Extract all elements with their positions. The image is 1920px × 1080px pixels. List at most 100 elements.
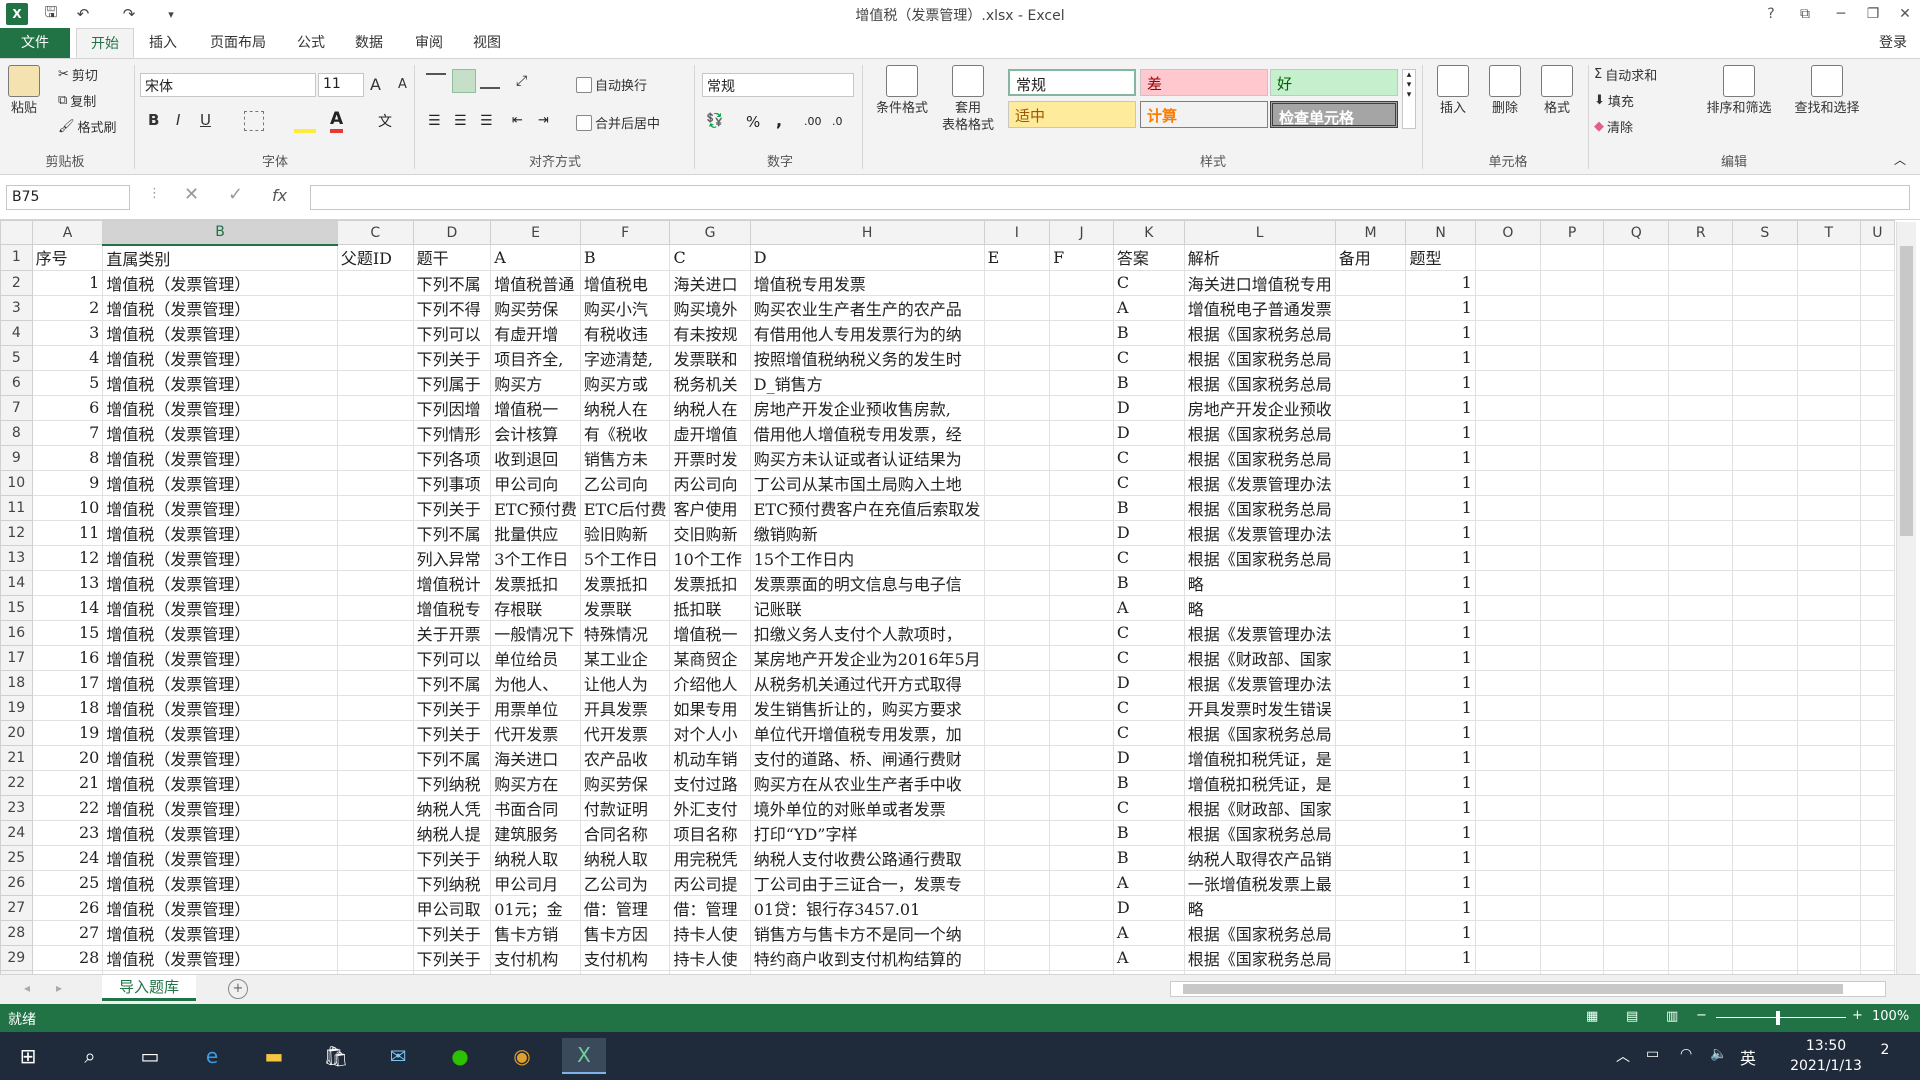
cell-K15[interactable]: A: [1112, 594, 1185, 621]
cell-B9[interactable]: 增值税（发票管理）: [102, 444, 338, 471]
cell-J28[interactable]: [1049, 919, 1114, 946]
cell-K5[interactable]: C: [1112, 344, 1185, 371]
cell-A8[interactable]: 7: [31, 419, 104, 446]
cell-L11[interactable]: 根据《国家税务总局: [1183, 494, 1336, 521]
cell-E11[interactable]: ETC预付费: [490, 494, 581, 521]
cell-P23[interactable]: [1540, 794, 1605, 821]
cell-H9[interactable]: 购买方未认证或者认证结果为: [749, 444, 985, 471]
insert-function-icon[interactable]: fx: [272, 186, 287, 205]
cell-A24[interactable]: 23: [31, 819, 104, 846]
cell-H10[interactable]: 丁公司从某市国土局购入土地: [749, 469, 985, 496]
cell-L17[interactable]: 根据《财政部、国家: [1183, 644, 1336, 671]
cell-C16[interactable]: [336, 619, 414, 646]
cell-B19[interactable]: 增值税（发票管理）: [102, 694, 338, 721]
cell-H15[interactable]: 记账联: [749, 594, 985, 621]
row-header[interactable]: 2: [0, 269, 33, 296]
cell-T12[interactable]: [1796, 519, 1861, 546]
cell-F4[interactable]: 有税收违: [579, 319, 671, 346]
cell-T2[interactable]: [1796, 269, 1861, 296]
cell-P19[interactable]: [1540, 694, 1605, 721]
cell-B25[interactable]: 增值税（发票管理）: [102, 844, 338, 871]
cell-S26[interactable]: [1731, 869, 1798, 896]
row-header[interactable]: 28: [0, 919, 33, 946]
cell-C15[interactable]: [336, 594, 414, 621]
cell-P25[interactable]: [1540, 844, 1605, 871]
cell-Q7[interactable]: [1603, 394, 1670, 421]
cell-S18[interactable]: [1731, 669, 1798, 696]
clock-time[interactable]: 13:50: [1786, 1038, 1866, 1054]
cell-S6[interactable]: [1731, 369, 1798, 396]
cell-O21[interactable]: [1474, 744, 1542, 771]
cell-U3[interactable]: [1859, 294, 1895, 321]
cell-A6[interactable]: 5: [31, 369, 104, 396]
cell-G4[interactable]: 有未按规: [669, 319, 751, 346]
cell-H4[interactable]: 有借用他人专用发票行为的纳: [749, 319, 985, 346]
cell-U4[interactable]: [1859, 319, 1895, 346]
cell-B8[interactable]: 增值税（发票管理）: [102, 419, 338, 446]
cell-H29[interactable]: 特约商户收到支付机构结算的: [749, 944, 985, 971]
cell-E29[interactable]: 支付机构: [490, 944, 581, 971]
cell-I23[interactable]: [983, 794, 1051, 821]
row-header[interactable]: 1: [0, 244, 33, 271]
cell-M24[interactable]: [1334, 819, 1407, 846]
worksheet-grid[interactable]: ABCDEFGHIJKLMNOPQRSTU 1 序号 直属类别 父题ID 题干 A B C D E…: [0, 220, 1895, 974]
cell-M20[interactable]: [1334, 719, 1407, 746]
cell-S5[interactable]: [1731, 344, 1798, 371]
cell-M27[interactable]: [1334, 894, 1407, 921]
fill-color-icon[interactable]: [294, 111, 316, 133]
store-icon[interactable]: 🛍: [314, 1038, 358, 1074]
cell-C10[interactable]: [336, 469, 414, 496]
cell-D16[interactable]: 关于开票: [412, 619, 492, 646]
cell-R1[interactable]: [1668, 244, 1733, 271]
notification-icon[interactable]: 2: [1870, 1042, 1900, 1070]
align-left-icon[interactable]: ☰: [428, 113, 441, 129]
cell-F12[interactable]: 验旧购新: [579, 519, 671, 546]
row-header[interactable]: 27: [0, 894, 33, 921]
cell-R25[interactable]: [1668, 844, 1733, 871]
cell-B14[interactable]: 增值税（发票管理）: [102, 569, 338, 596]
cell-M25[interactable]: [1334, 844, 1407, 871]
cell-H16[interactable]: 扣缴义务人支付个人款项时，: [749, 619, 985, 646]
row-header[interactable]: 18: [0, 669, 33, 696]
cell-Q18[interactable]: [1603, 669, 1670, 696]
cell-A2[interactable]: 1: [31, 269, 104, 296]
cell-N22[interactable]: 1: [1405, 769, 1476, 796]
cell-N24[interactable]: 1: [1405, 819, 1476, 846]
cell-C24[interactable]: [336, 819, 414, 846]
cell-N4[interactable]: 1: [1405, 319, 1476, 346]
cell-J16[interactable]: [1049, 619, 1114, 646]
cell-C11[interactable]: [336, 494, 414, 521]
cell-P22[interactable]: [1540, 769, 1605, 796]
cell-Q9[interactable]: [1603, 444, 1670, 471]
cell-K20[interactable]: C: [1112, 719, 1185, 746]
cell-D22[interactable]: 下列纳税: [412, 769, 492, 796]
cell-T26[interactable]: [1796, 869, 1861, 896]
minimize-icon[interactable]: ─: [1826, 2, 1856, 26]
cell-E22[interactable]: 购买方在: [490, 769, 581, 796]
cell-I20[interactable]: [983, 719, 1051, 746]
cell-H27[interactable]: 01贷：银行存3457.01: [749, 894, 985, 921]
cell-J5[interactable]: [1049, 344, 1114, 371]
cell-J4[interactable]: [1049, 319, 1114, 346]
cell-F17[interactable]: 某工业企: [579, 644, 671, 671]
cell-P6[interactable]: [1540, 369, 1605, 396]
cell-F9[interactable]: 销售方未: [579, 444, 671, 471]
cell-K27[interactable]: D: [1112, 894, 1185, 921]
cell-N26[interactable]: 1: [1405, 869, 1476, 896]
cell-N21[interactable]: 1: [1405, 744, 1476, 771]
cell-M18[interactable]: [1334, 669, 1407, 696]
cell-H18[interactable]: 从税务机关通过代开方式取得: [749, 669, 985, 696]
column-header-I[interactable]: I: [983, 220, 1051, 245]
cell-J27[interactable]: [1049, 894, 1114, 921]
cell-T7[interactable]: [1796, 394, 1861, 421]
cell-L19[interactable]: 开具发票时发生错误: [1183, 694, 1336, 721]
cell-O2[interactable]: [1474, 269, 1542, 296]
cell-E13[interactable]: 3个工作日: [490, 544, 581, 571]
cell-H28[interactable]: 销售方与售卡方不是同一个纳: [749, 919, 985, 946]
cell-A28[interactable]: 27: [31, 919, 104, 946]
cell-E9[interactable]: 收到退回: [490, 444, 581, 471]
page-layout-view-icon[interactable]: ▤: [1626, 1009, 1638, 1024]
cell-B17[interactable]: 增值税（发票管理）: [102, 644, 338, 671]
cell-E26[interactable]: 甲公司月: [490, 869, 581, 896]
cell-J11[interactable]: [1049, 494, 1114, 521]
